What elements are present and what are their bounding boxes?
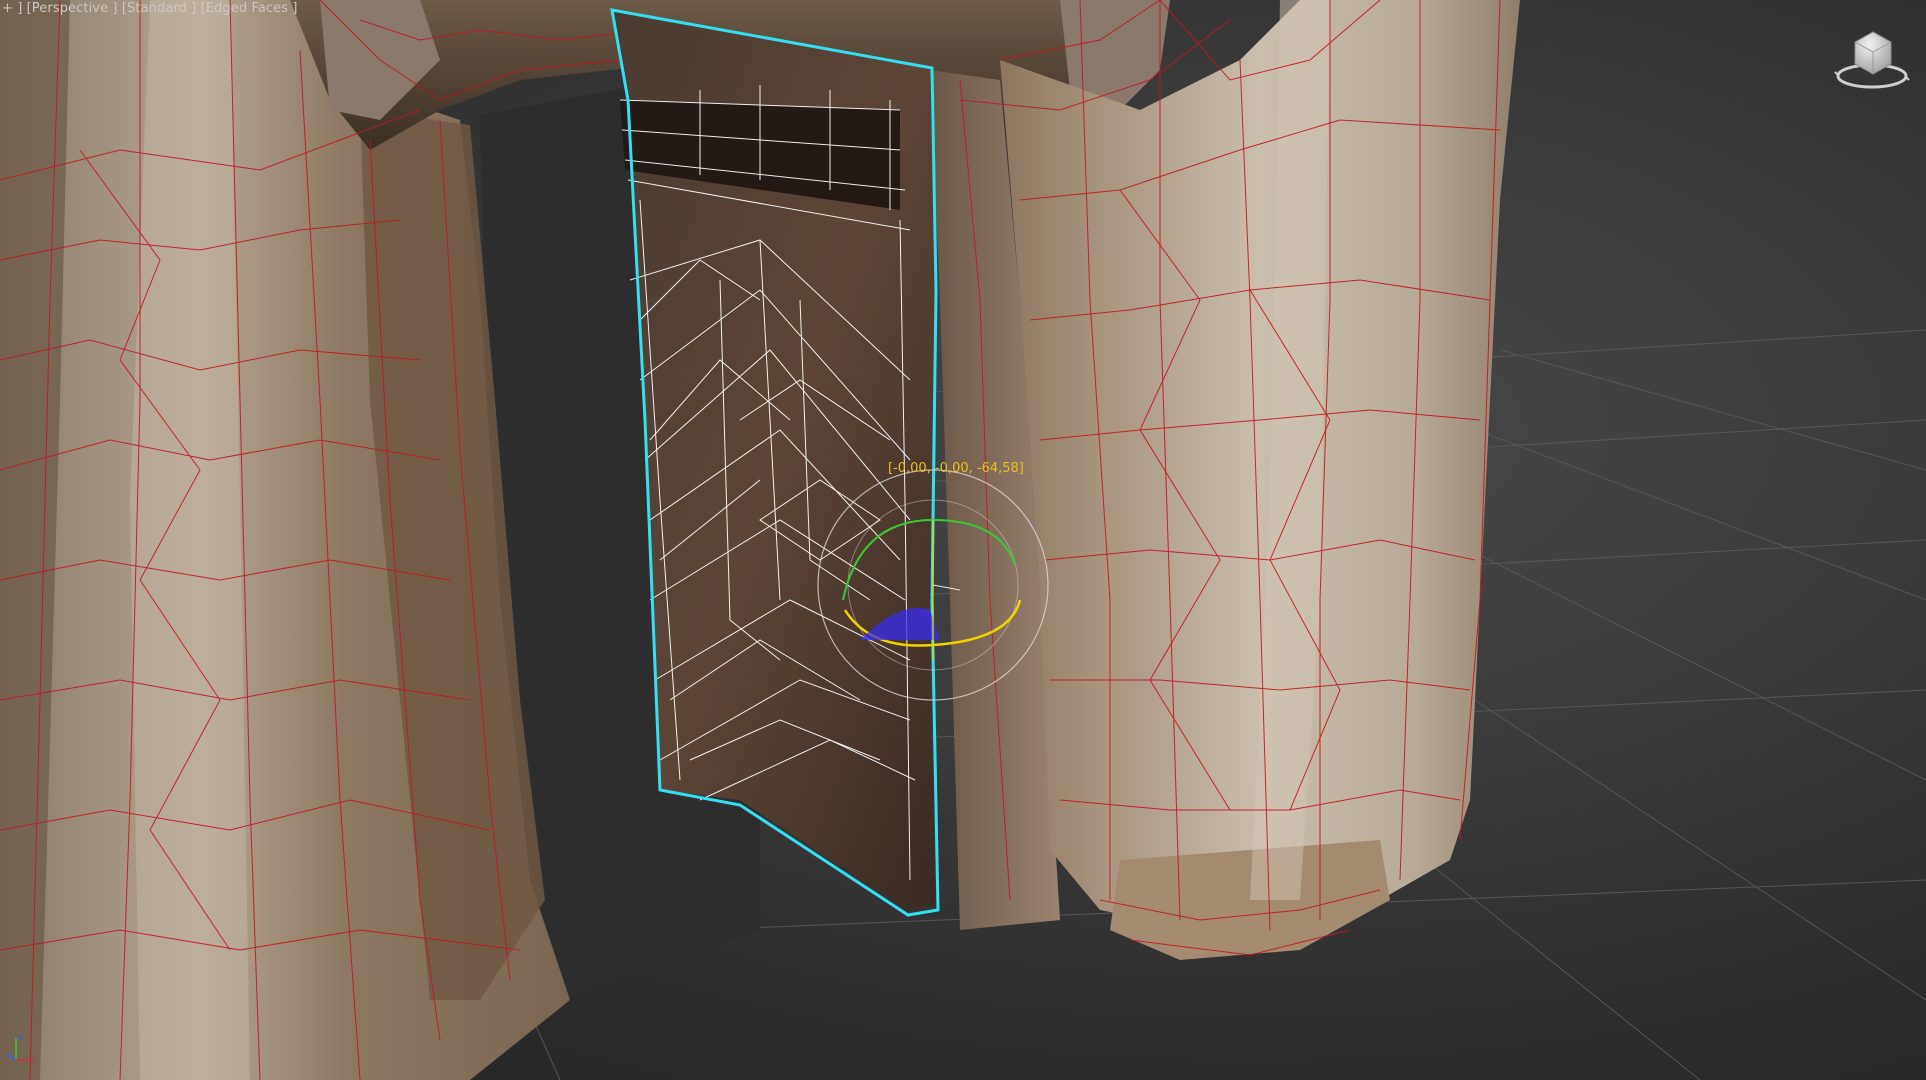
viewport-shading-menu[interactable]: [Standard ] — [122, 1, 197, 16]
viewport-point-of-view-menu[interactable]: [Perspective ] — [27, 1, 118, 16]
viewport-label-menu[interactable]: + ] [Perspective ] [Standard ] [Edged Fa… — [2, 1, 298, 16]
svg-text:z: z — [18, 1033, 23, 1043]
axis-tripod-icon: z — [5, 1033, 34, 1061]
viewport-general-menu[interactable]: + ] — [2, 1, 22, 16]
transform-coordinate-readout: [-0,00, -0,00, -64,58] — [888, 461, 1024, 476]
viewport-display-mode-menu[interactable]: [Edged Faces ] — [201, 1, 298, 16]
viewcube-icon[interactable] — [1833, 24, 1911, 90]
scene-render[interactable] — [0, 0, 1926, 1080]
perspective-viewport[interactable]: + ] [Perspective ] [Standard ] [Edged Fa… — [0, 0, 1926, 1080]
